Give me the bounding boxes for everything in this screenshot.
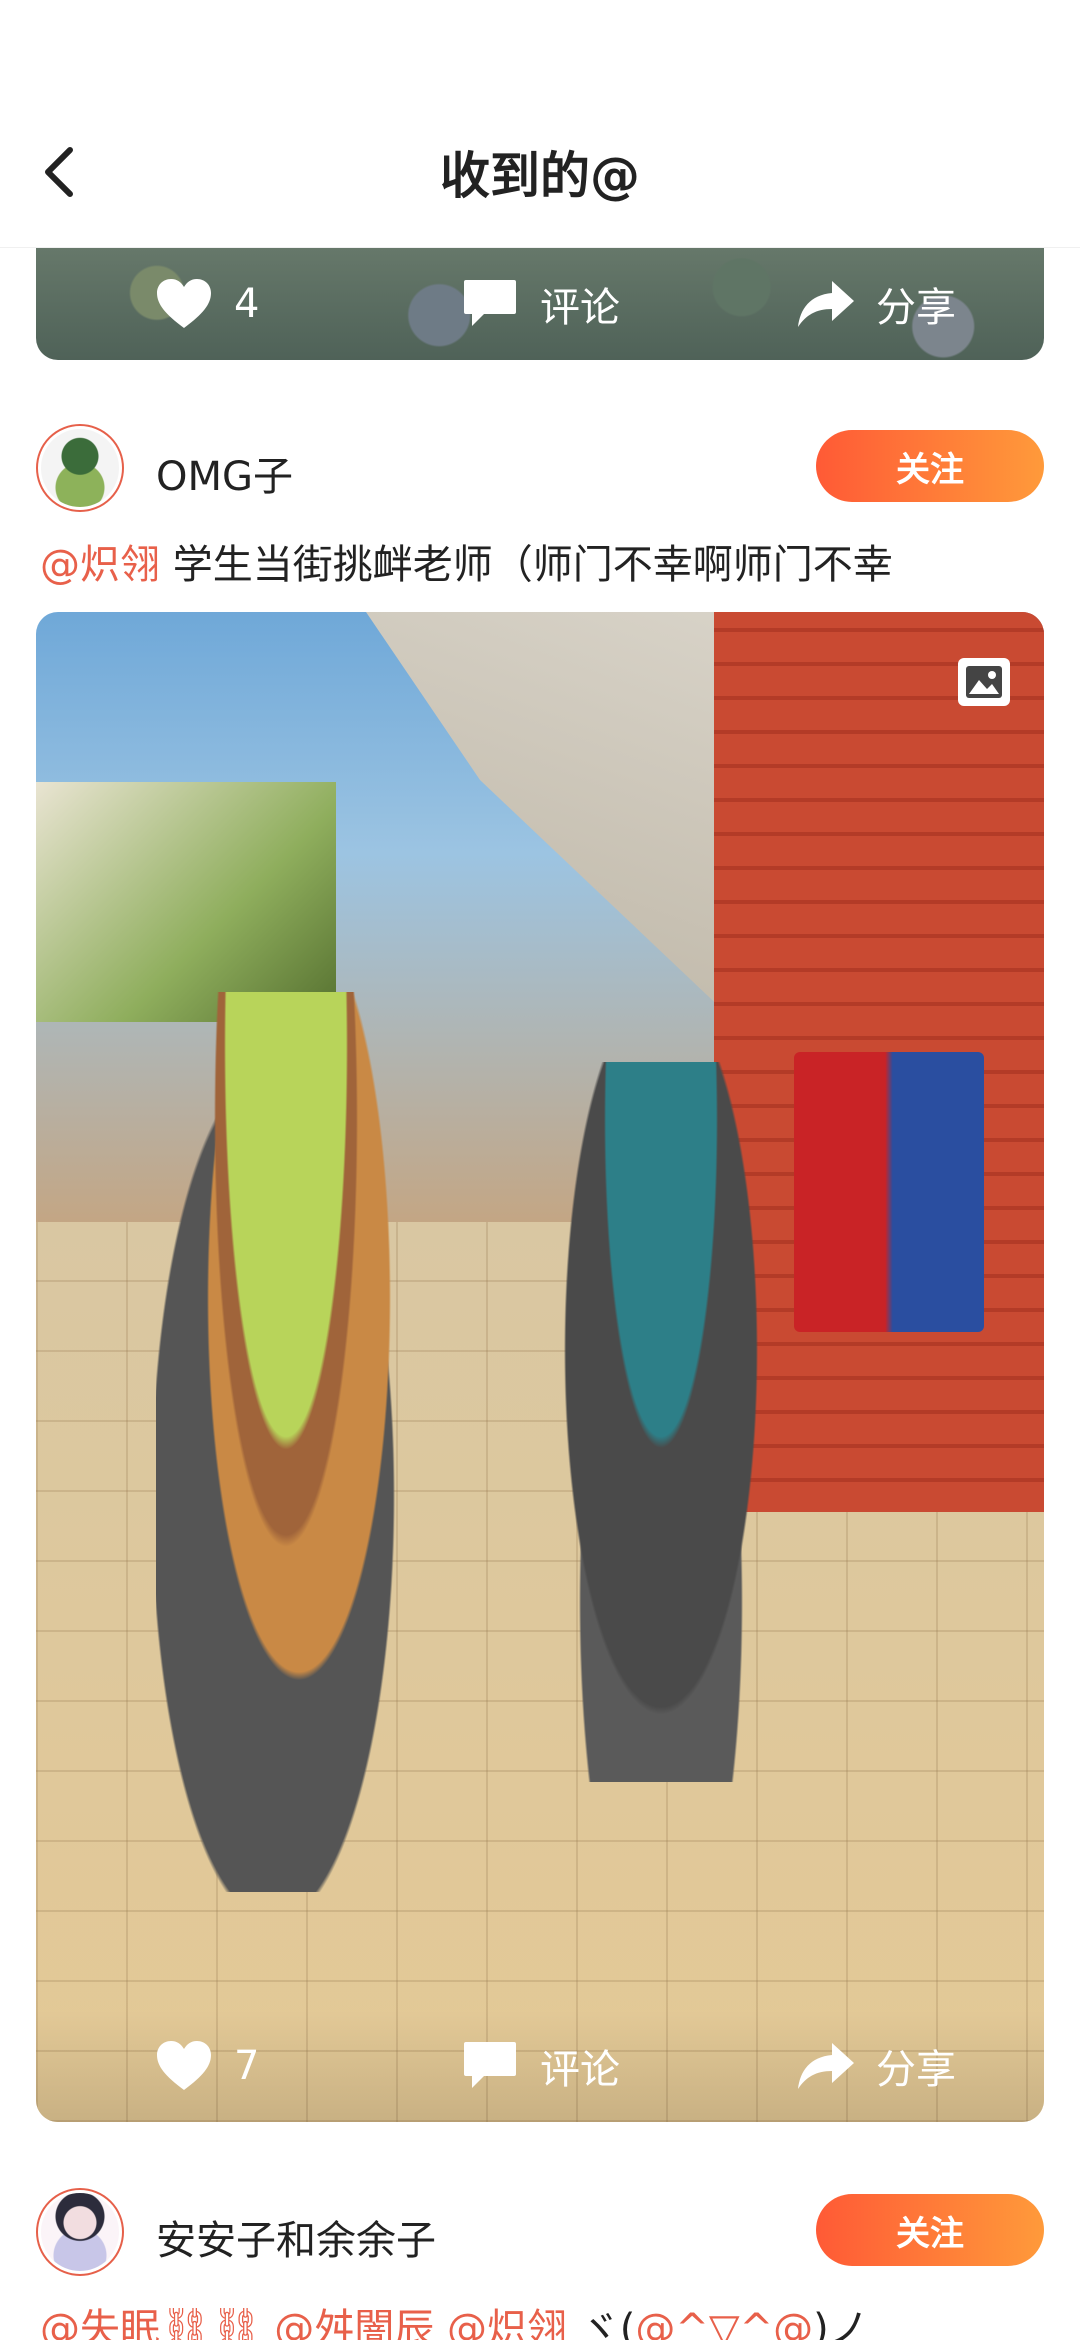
- like-button[interactable]: 4: [154, 274, 259, 334]
- image-icon: [958, 658, 1010, 706]
- post-text: @失眠⛓⛓ @舛闇辰 @炽翎 ヾ(@^▽^@)ノ: [40, 2296, 1044, 2340]
- username[interactable]: OMG子: [156, 444, 293, 502]
- post-media[interactable]: 4 评论 分享: [36, 248, 1044, 360]
- post-body: ヾ(: [567, 2306, 636, 2340]
- character-student: [156, 992, 416, 1892]
- post-body: 学生当街挑衅老师（师门不幸啊师门不幸: [160, 542, 893, 588]
- comment-label: 评论: [540, 285, 620, 331]
- avatar[interactable]: [36, 2188, 124, 2276]
- page-title: 收到的@: [440, 147, 640, 205]
- mention-link[interactable]: @炽翎: [434, 2306, 567, 2340]
- comment-icon: [460, 2036, 520, 2096]
- like-button[interactable]: 7: [154, 2036, 259, 2096]
- mention-link[interactable]: @失眠⛓⛓: [40, 2306, 262, 2340]
- comment-label: 评论: [540, 2047, 620, 2093]
- post-body-tail: )ノ: [813, 2306, 869, 2340]
- post-author-row: OMG子 关注: [36, 420, 1044, 516]
- scene-vending-machine: [794, 1052, 984, 1332]
- share-button[interactable]: 分享: [796, 2036, 956, 2096]
- top-bar: 收到的@: [0, 0, 1080, 248]
- follow-button[interactable]: 关注: [816, 2194, 1044, 2266]
- like-count: 4: [234, 281, 260, 327]
- scene-roof: [366, 612, 746, 1032]
- like-count: 7: [234, 2043, 260, 2089]
- post-media[interactable]: 7 评论 分享: [36, 612, 1044, 2122]
- comment-button[interactable]: 评论: [460, 2036, 620, 2096]
- share-icon: [796, 2036, 856, 2096]
- avatar[interactable]: [36, 424, 124, 512]
- mention-link[interactable]: @^▽^@: [635, 2306, 813, 2340]
- share-label: 分享: [876, 2047, 956, 2093]
- mention-link[interactable]: @舛闇辰: [262, 2306, 434, 2340]
- share-label: 分享: [876, 285, 956, 331]
- username[interactable]: 安安子和余余子: [156, 2208, 436, 2266]
- mention-link[interactable]: @炽翎: [40, 542, 160, 588]
- scene-banner: [36, 782, 336, 1022]
- post-action-bar: 7 评论 分享: [36, 2010, 1044, 2122]
- post-author-row: 安安子和余余子 关注: [36, 2184, 1044, 2280]
- comment-icon: [460, 274, 520, 334]
- post-text: @炽翎 学生当街挑衅老师（师门不幸啊师门不幸: [40, 532, 1044, 590]
- share-button[interactable]: 分享: [796, 274, 956, 334]
- follow-button[interactable]: 关注: [816, 430, 1044, 502]
- comment-button[interactable]: 评论: [460, 274, 620, 334]
- character-teacher: [546, 1062, 776, 1782]
- heart-icon: [154, 274, 214, 334]
- post-action-bar: 4 评论 分享: [36, 248, 1044, 360]
- share-icon: [796, 274, 856, 334]
- heart-icon: [154, 2036, 214, 2096]
